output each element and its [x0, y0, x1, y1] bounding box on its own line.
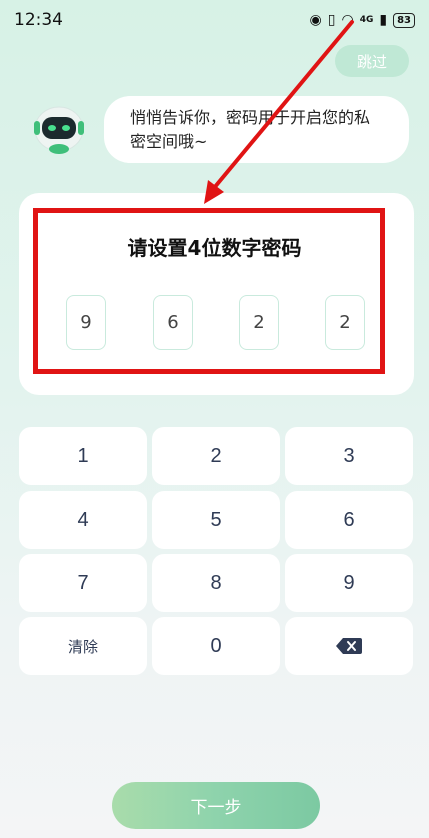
password-digit-1: 9	[66, 295, 106, 350]
key-9[interactable]: 9	[285, 554, 413, 612]
status-bar: 12:34 ◉ ▯ ◠ 4G ▮ 83	[0, 0, 429, 40]
key-7[interactable]: 7	[19, 554, 147, 612]
robot-assistant-avatar	[26, 97, 92, 159]
next-step-button[interactable]: 下一步	[112, 782, 320, 829]
battery-icon: 83	[393, 12, 415, 28]
eye-icon: ◉	[309, 12, 322, 28]
password-digit-4: 2	[325, 295, 365, 350]
signal-icon: ▮	[379, 12, 388, 28]
network-type: 4G	[359, 15, 374, 25]
assistant-message-bubble: 悄悄告诉你，密码用于开启您的私密空间哦~	[104, 96, 409, 163]
key-2[interactable]: 2	[152, 427, 280, 485]
password-title: 请设置4位数字密码	[127, 236, 302, 260]
status-icons: ◉ ▯ ◠ 4G ▮ 83	[310, 12, 415, 28]
clear-button[interactable]: 清除	[19, 617, 147, 675]
key-1[interactable]: 1	[19, 427, 147, 485]
key-5[interactable]: 5	[152, 491, 280, 549]
password-digit-3: 2	[239, 295, 279, 350]
backspace-button[interactable]	[285, 617, 413, 675]
skip-button[interactable]: 跳过	[335, 45, 409, 77]
key-4[interactable]: 4	[19, 491, 147, 549]
vibrate-icon: ▯	[327, 12, 336, 28]
key-0[interactable]: 0	[152, 617, 280, 675]
key-8[interactable]: 8	[152, 554, 280, 612]
backspace-icon	[336, 638, 362, 654]
status-time: 12:34	[14, 10, 63, 30]
key-3[interactable]: 3	[285, 427, 413, 485]
key-6[interactable]: 6	[285, 491, 413, 549]
password-digit-2: 6	[153, 295, 193, 350]
wifi-icon: ◠	[341, 12, 354, 28]
